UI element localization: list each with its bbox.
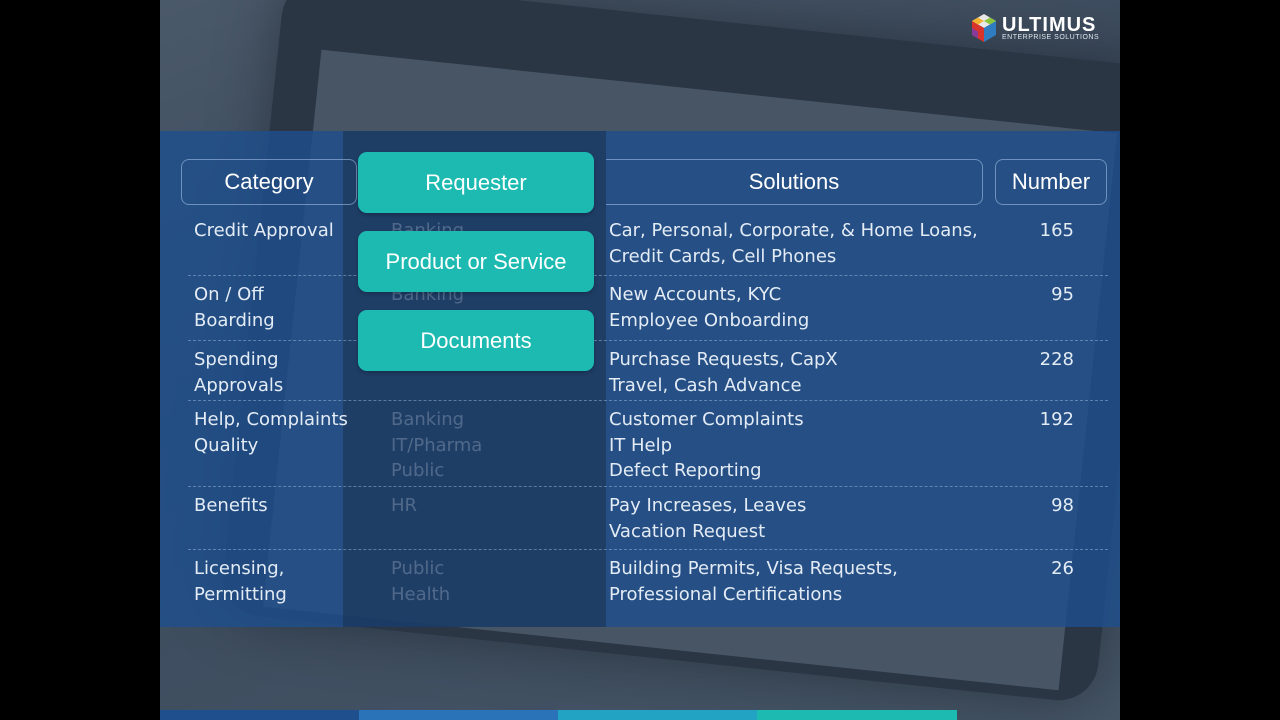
- bottom-bar-segment-1: [160, 710, 359, 720]
- requester-button[interactable]: Requester: [358, 152, 594, 213]
- row2-category: On / Off Boarding: [194, 284, 275, 331]
- row2-solutions: New Accounts, KYC Employee Onboarding: [609, 284, 810, 331]
- row6-industry: Public Health: [391, 558, 451, 605]
- row1-category: Credit Approval: [194, 220, 334, 241]
- bottom-bar-segment-2: [359, 710, 558, 720]
- header-category: Category: [181, 159, 357, 205]
- row4-number: 192: [1039, 409, 1074, 430]
- row5-industry: HR: [391, 495, 418, 516]
- row6-category: Licensing, Permitting: [194, 558, 287, 605]
- row4-solutions: Customer Complaints IT Help Defect Repor…: [609, 409, 804, 481]
- bottom-bar-segment-3: [558, 710, 757, 720]
- logo-wordmark: ULTIMUS: [1002, 13, 1097, 36]
- row6-solutions: Building Permits, Visa Requests, Profess…: [609, 558, 898, 605]
- row-divider: [188, 340, 1108, 341]
- row-divider: [188, 400, 1108, 401]
- cube-logo-icon: [972, 14, 996, 42]
- presentation-slide: ULTIMUS ENTERPRISE SOLUTIONS Category So…: [160, 0, 1120, 720]
- row6-number: 26: [1051, 558, 1074, 579]
- documents-button[interactable]: Documents: [358, 310, 594, 371]
- row3-category: Spending Approvals: [194, 349, 284, 396]
- row4-industry: Banking IT/Pharma Public: [391, 409, 483, 481]
- row-divider: [188, 549, 1108, 550]
- row2-number: 95: [1051, 284, 1074, 305]
- row5-number: 98: [1051, 495, 1074, 516]
- bottom-bar-segment-4: [757, 710, 957, 720]
- row1-solutions: Car, Personal, Corporate, & Home Loans, …: [609, 220, 978, 267]
- row-divider: [188, 275, 1108, 276]
- header-solutions: Solutions: [606, 159, 983, 205]
- row5-category: Benefits: [194, 495, 268, 516]
- row3-number: 228: [1039, 349, 1074, 370]
- row-divider: [188, 486, 1108, 487]
- row4-category: Help, Complaints Quality: [194, 409, 348, 456]
- header-number: Number: [995, 159, 1107, 205]
- row1-number: 165: [1039, 220, 1074, 241]
- row5-solutions: Pay Increases, Leaves Vacation Request: [609, 495, 807, 542]
- logo-tagline: ENTERPRISE SOLUTIONS: [1002, 33, 1100, 41]
- row3-solutions: Purchase Requests, CapX Travel, Cash Adv…: [609, 349, 838, 396]
- product-or-service-button[interactable]: Product or Service: [358, 231, 594, 292]
- ultimus-logo: ULTIMUS ENTERPRISE SOLUTIONS: [970, 12, 1110, 44]
